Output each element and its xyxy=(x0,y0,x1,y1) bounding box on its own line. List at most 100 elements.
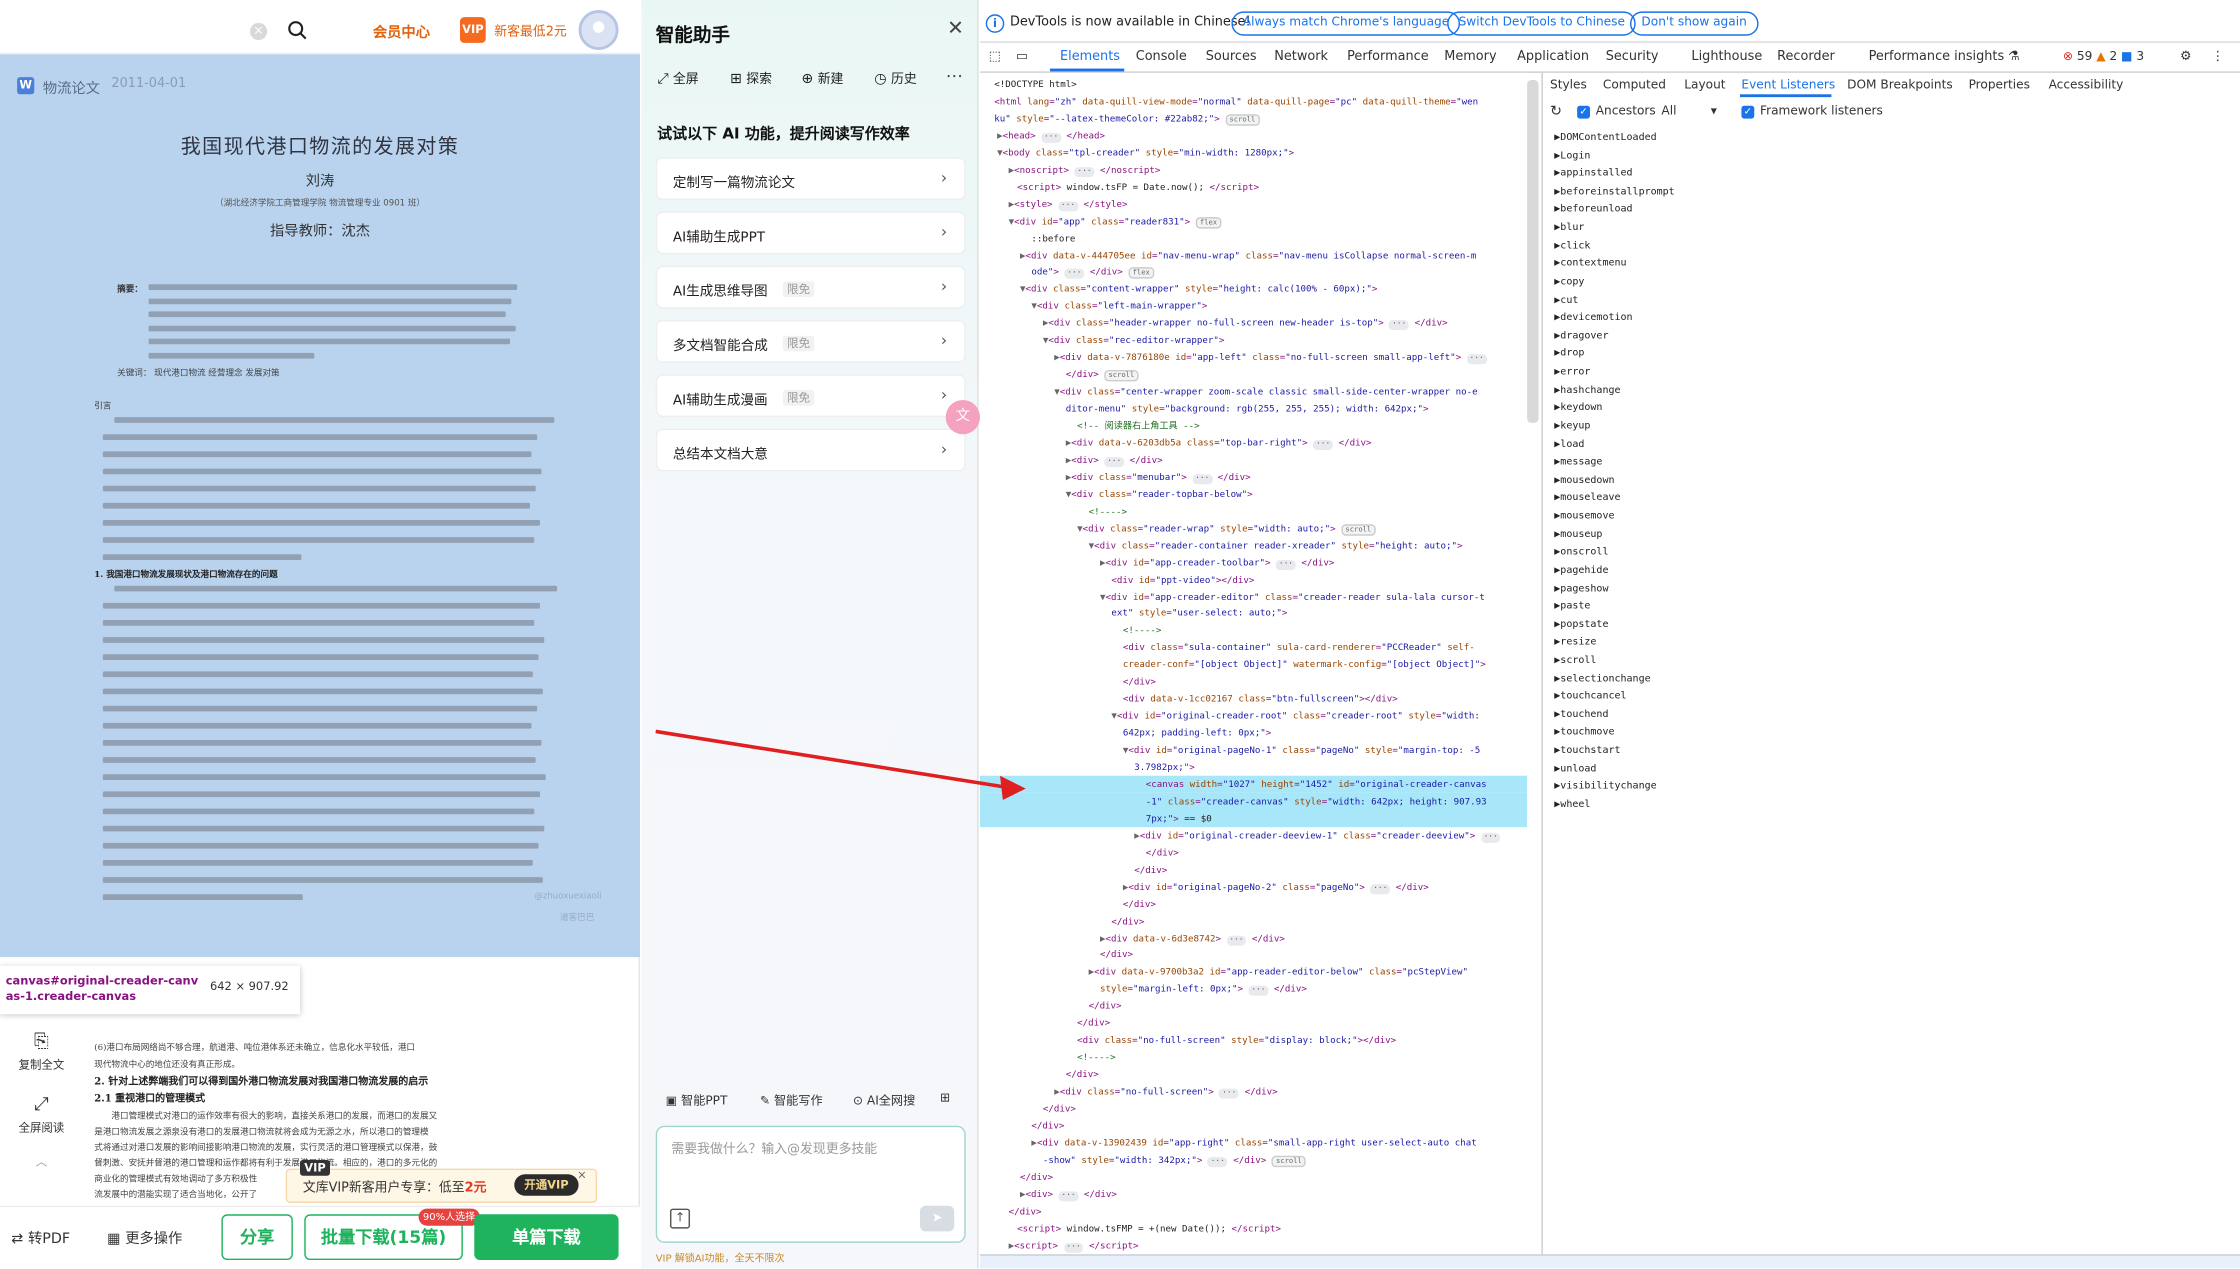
ai-card[interactable]: AI辅助生成漫画 限免 › xyxy=(655,374,966,418)
dom-node[interactable]: ode"> ··· </div> flex xyxy=(980,263,1527,280)
ancestors-checkbox[interactable]: ✓ xyxy=(1577,105,1590,119)
clear-search-icon[interactable]: × xyxy=(249,22,268,40)
event-listener-item[interactable]: ▶unload xyxy=(1554,760,1596,778)
dom-node[interactable]: style="margin-left: 0px;"> ··· </div> xyxy=(980,980,1527,997)
tab-layout[interactable]: Layout xyxy=(1684,79,1725,93)
explore-button[interactable]: ⊞ 探索 xyxy=(730,69,772,87)
event-listener-item[interactable]: ▶drop xyxy=(1554,345,1584,363)
close-icon[interactable]: × xyxy=(577,1169,587,1182)
dom-node[interactable]: ▶<style> ··· </style> xyxy=(980,195,1527,212)
dom-node[interactable]: </div> xyxy=(980,673,1527,690)
chip-more-icon[interactable]: ⊞ xyxy=(940,1091,950,1105)
dom-node[interactable]: ▶<div data-v-7876180e id="app-left" clas… xyxy=(980,349,1527,366)
dom-node[interactable]: ▶<div id="original-creader-deeview-1" cl… xyxy=(980,827,1527,844)
event-listener-item[interactable]: ▶mousedown xyxy=(1554,471,1614,489)
dom-node[interactable]: ▶<noscript> ··· </noscript> xyxy=(980,161,1527,178)
tab-memory[interactable]: Memory xyxy=(1444,50,1496,64)
event-listener-item[interactable]: ▶appinstalled xyxy=(1554,165,1632,183)
dom-node[interactable]: ▶<head> ··· </head> xyxy=(980,127,1527,144)
event-listener-item[interactable]: ▶wheel xyxy=(1554,796,1590,814)
dom-node[interactable]: <html lang="zh" data-quill-view-mode="no… xyxy=(980,93,1527,110)
event-listener-item[interactable]: ▶touchend xyxy=(1554,705,1608,723)
ai-card[interactable]: AI辅助生成PPT › xyxy=(655,211,966,255)
elements-tree[interactable]: <!DOCTYPE html> <html lang="zh" data-quil… xyxy=(979,72,1528,1269)
dom-node[interactable]: </div> xyxy=(980,1015,1527,1032)
selected-dom-node[interactable]: -1" class="creader-canvas" style="width:… xyxy=(979,792,1528,810)
dom-node[interactable]: 642px; padding-left: 0px;"> xyxy=(980,724,1527,741)
event-listener-item[interactable]: ▶contextmenu xyxy=(1554,255,1626,273)
tab-sources[interactable]: Sources xyxy=(1206,50,1257,64)
history-button[interactable]: ◷ 历史 xyxy=(874,69,916,87)
single-download-button[interactable]: 单篇下载 xyxy=(474,1214,619,1260)
scroll-up-icon[interactable]: ︿ xyxy=(13,1154,70,1170)
dom-node[interactable]: <!-- 阅读器右上角工具 --> xyxy=(980,417,1527,434)
event-listener-item[interactable]: ▶load xyxy=(1554,435,1584,453)
avatar[interactable] xyxy=(578,9,619,50)
event-listener-item[interactable]: ▶touchstart xyxy=(1554,742,1620,760)
event-listener-item[interactable]: ▶copy xyxy=(1554,273,1584,291)
ai-card[interactable]: 总结本文档大意 › xyxy=(655,428,966,472)
ai-card[interactable]: 定制写一篇物流论文 › xyxy=(655,157,966,200)
dom-node[interactable]: ▼<div class="content-wrapper" style="hei… xyxy=(980,281,1527,298)
tab-performance-insights[interactable]: Performance insights ⚗ xyxy=(1869,50,2020,64)
dom-node[interactable]: <!----> xyxy=(980,1049,1527,1066)
dom-node[interactable]: <!----> xyxy=(980,502,1527,519)
dom-node[interactable]: ▼<div class="reader-wrap" style="width: … xyxy=(980,520,1527,537)
dom-node[interactable]: </div> xyxy=(980,844,1527,861)
event-listener-item[interactable]: ▶popstate xyxy=(1554,615,1608,633)
selected-dom-node[interactable]: <canvas width="1027" height="1452" id="o… xyxy=(979,775,1528,793)
event-listener-item[interactable]: ▶paste xyxy=(1554,597,1590,615)
event-listener-item[interactable]: ▶Login xyxy=(1554,147,1590,165)
dom-node[interactable]: </div> xyxy=(980,1100,1527,1117)
tab-properties[interactable]: Properties xyxy=(1969,79,2030,93)
event-listener-item[interactable]: ▶scroll xyxy=(1554,651,1596,669)
event-listener-item[interactable]: ▶touchmove xyxy=(1554,724,1614,742)
dom-node[interactable]: </div> scroll xyxy=(980,366,1527,383)
tab-console[interactable]: Console xyxy=(1136,50,1187,64)
dom-node[interactable]: </div> xyxy=(980,895,1527,912)
dom-node[interactable]: ▶<div id="app-creader-toolbar"> ··· </di… xyxy=(980,554,1527,571)
tab-accessibility[interactable]: Accessibility xyxy=(2049,79,2124,93)
dom-node[interactable]: ▼<div class="rec-editor-wrapper"> xyxy=(980,332,1527,349)
doc-category[interactable]: 物流论文 xyxy=(43,76,100,97)
event-listener-item[interactable]: ▶touchcancel xyxy=(1554,687,1626,705)
fullscreen-read-button[interactable]: ⤢ 全屏阅读 xyxy=(13,1094,70,1135)
fullscreen-button[interactable]: ⤢ 全屏 xyxy=(657,69,698,87)
dom-node[interactable]: ▶<div> ··· </div> xyxy=(980,451,1527,468)
vip-center-link[interactable]: 会员中心 xyxy=(373,20,430,42)
dom-node[interactable]: ▶<div data-v-6203db5a class="top-bar-rig… xyxy=(980,434,1527,451)
assistant-vip-strip[interactable]: VIP 解锁AI功能，全天不限次 xyxy=(656,1251,785,1265)
event-listener-item[interactable]: ▶devicemotion xyxy=(1554,309,1632,327)
send-icon[interactable]: ➤ xyxy=(919,1205,955,1232)
tab-computed[interactable]: Computed xyxy=(1603,79,1666,93)
inspect-element-icon[interactable]: ⬚ xyxy=(989,50,1001,64)
dom-node[interactable]: </div> xyxy=(980,998,1527,1015)
tab-styles[interactable]: Styles xyxy=(1550,79,1587,93)
dom-node[interactable]: <div class="sula-container" sula-card-re… xyxy=(980,639,1527,656)
event-listener-item[interactable]: ▶cut xyxy=(1554,291,1578,309)
dom-node[interactable]: ▶<div data-v-9700b3a2 id="app-reader-edi… xyxy=(980,963,1527,980)
copy-all-button[interactable]: ⎘ 复制全文 xyxy=(13,1031,70,1072)
tab-security[interactable]: Security xyxy=(1606,50,1659,64)
kebab-menu-icon[interactable]: ⋮ xyxy=(2211,50,2224,64)
dom-node[interactable]: ku" style="--latex-themeColor: #22ab82;"… xyxy=(980,110,1527,127)
event-listener-item[interactable]: ▶mousemove xyxy=(1554,507,1614,525)
more-ops-button[interactable]: ▦ 更多操作 xyxy=(107,1226,182,1247)
dom-node[interactable]: </div> xyxy=(980,1202,1527,1219)
tab-network[interactable]: Network xyxy=(1274,50,1328,64)
tab-dom-breakpoints[interactable]: DOM Breakpoints xyxy=(1847,79,1953,93)
event-listener-item[interactable]: ▶keyup xyxy=(1554,417,1590,435)
dom-node[interactable]: ▼<div class="left-main-wrapper"> xyxy=(980,298,1527,315)
event-listener-item[interactable]: ▶visibilitychange xyxy=(1554,778,1656,796)
event-listener-item[interactable]: ▶click xyxy=(1554,237,1590,255)
event-listener-item[interactable]: ▶keydown xyxy=(1554,399,1602,417)
event-listener-item[interactable]: ▶beforeinstallprompt xyxy=(1554,183,1674,201)
event-listener-item[interactable]: ▶pagehide xyxy=(1554,561,1608,579)
dom-node[interactable]: ▶<div class="header-wrapper no-full-scre… xyxy=(980,315,1527,332)
dom-node[interactable]: ▼<div class="reader-container reader-xre… xyxy=(980,537,1527,554)
listener-filter-select[interactable]: All ▾ xyxy=(1661,104,1716,118)
event-listener-item[interactable]: ▶dragover xyxy=(1554,327,1608,345)
ai-card[interactable]: AI生成思维导图 限免 › xyxy=(655,265,966,309)
dom-node[interactable]: ▼<div class="center-wrapper zoom-scale c… xyxy=(980,383,1527,400)
dom-node[interactable]: creader-conf="[object Object]" watermark… xyxy=(980,656,1527,673)
